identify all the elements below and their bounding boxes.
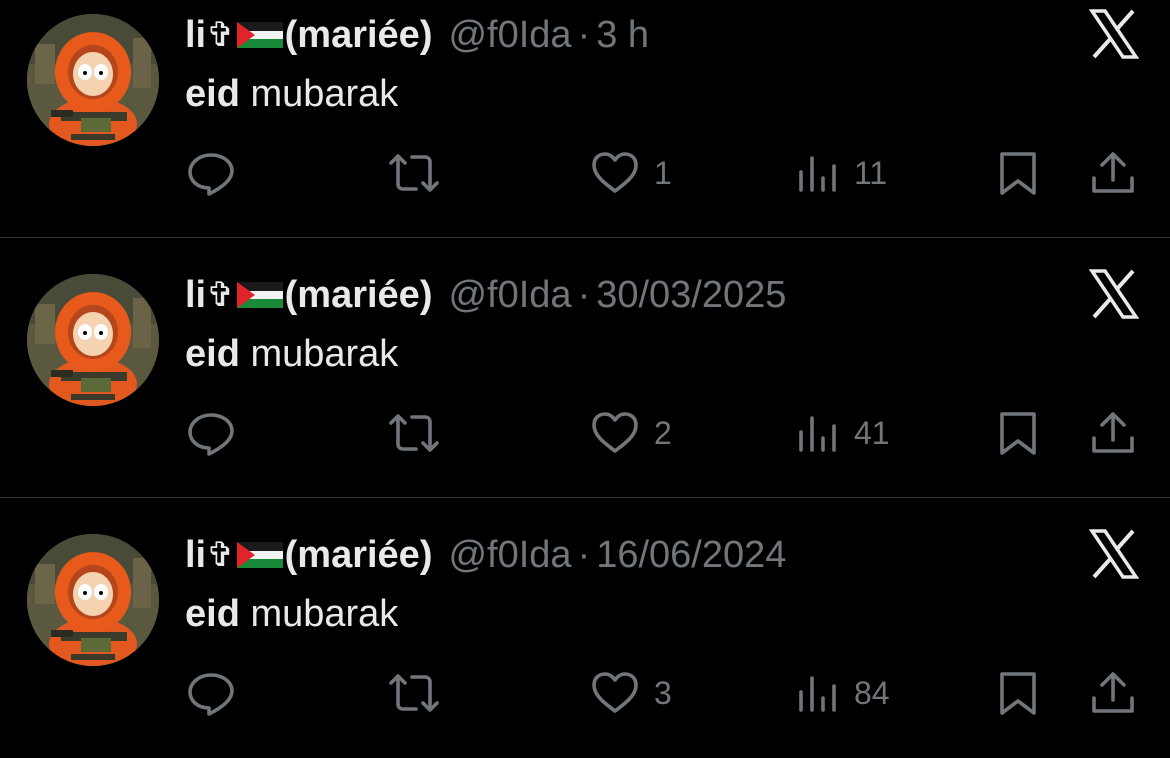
retweet-icon (389, 414, 439, 452)
tweet-text-rest: mubarak (239, 593, 399, 635)
display-name-suffix[interactable]: (mariée) (285, 270, 433, 320)
tweet-text: eid mubarak (185, 590, 398, 638)
bookmark-icon (1000, 412, 1036, 455)
tweet-actions: 2 41 (0, 408, 1170, 458)
views-button[interactable]: 11 (796, 148, 887, 198)
reply-button[interactable] (186, 408, 236, 458)
like-button[interactable]: 3 (590, 668, 672, 718)
palestine-flag-icon (236, 282, 283, 308)
retweet-icon (389, 154, 439, 192)
like-button[interactable]: 1 (590, 148, 672, 198)
reply-button[interactable] (186, 668, 236, 718)
retweet-button[interactable] (386, 408, 442, 458)
heart-icon (592, 152, 638, 193)
reply-icon (188, 153, 234, 196)
tweet-text-bold: eid (185, 333, 240, 375)
display-name-suffix[interactable]: (mariée) (285, 10, 433, 60)
tweet-feed: li ✞ (mariée) @f0Ida · 3 h eid mubarak 1… (0, 0, 1170, 731)
share-button[interactable] (1088, 408, 1138, 458)
display-name-suffix[interactable]: (mariée) (285, 530, 433, 580)
user-handle[interactable]: @f0Ida (448, 10, 571, 60)
retweet-icon (389, 674, 439, 712)
view-count: 41 (854, 414, 890, 451)
palestine-flag-icon (236, 22, 283, 48)
timestamp[interactable]: 3 h (596, 10, 649, 60)
tweet-text: eid mubarak (185, 70, 398, 118)
cross-symbol: ✞ (206, 536, 235, 574)
share-icon (1092, 412, 1134, 453)
bookmark-button[interactable] (996, 668, 1040, 718)
share-button[interactable] (1088, 148, 1138, 198)
like-count: 1 (654, 154, 672, 191)
heart-icon (592, 672, 638, 713)
tweet-text-rest: mubarak (239, 333, 399, 375)
views-chart-icon (799, 676, 836, 712)
cross-symbol: ✞ (206, 16, 235, 54)
kenny-avatar-icon (27, 14, 159, 146)
share-button[interactable] (1088, 668, 1138, 718)
view-count: 84 (854, 674, 890, 711)
separator-dot: · (577, 274, 591, 316)
display-name[interactable]: li (185, 530, 206, 580)
views-chart-icon (799, 156, 836, 192)
tweet-divider (0, 497, 1170, 498)
like-button[interactable]: 2 (590, 408, 672, 458)
tweet-actions: 1 11 (0, 148, 1170, 198)
reply-icon (188, 673, 234, 716)
cross-symbol: ✞ (206, 276, 235, 314)
bookmark-icon (1000, 672, 1036, 715)
timestamp[interactable]: 30/03/2025 (596, 270, 786, 320)
reply-icon (188, 413, 234, 456)
tweet-2[interactable]: li ✞ (mariée) @f0Ida · 30/03/2025 eid mu… (0, 260, 1170, 498)
avatar[interactable] (27, 534, 159, 666)
display-name[interactable]: li (185, 270, 206, 320)
kenny-avatar-icon (27, 274, 159, 406)
user-handle[interactable]: @f0Ida (448, 270, 571, 320)
bookmark-button[interactable] (996, 408, 1040, 458)
avatar[interactable] (27, 274, 159, 406)
retweet-button[interactable] (386, 668, 442, 718)
bookmark-icon (1000, 152, 1036, 195)
like-count: 2 (654, 414, 672, 451)
x-logo-icon (1088, 268, 1140, 320)
share-icon (1092, 152, 1134, 193)
reply-button[interactable] (186, 148, 236, 198)
tweet-text: eid mubarak (185, 330, 398, 378)
tweet-header: li ✞ (mariée) @f0Ida · 3 h (185, 10, 649, 60)
tweet-1[interactable]: li ✞ (mariée) @f0Ida · 3 h eid mubarak 1… (0, 0, 1170, 238)
tweet-text-bold: eid (185, 593, 240, 635)
tweet-text-bold: eid (185, 73, 240, 115)
timestamp[interactable]: 16/06/2024 (596, 530, 786, 580)
views-button[interactable]: 84 (796, 668, 890, 718)
separator-dot: · (577, 14, 591, 56)
bookmark-button[interactable] (996, 148, 1040, 198)
tweet-header: li ✞ (mariée) @f0Ida · 30/03/2025 (185, 270, 786, 320)
views-button[interactable]: 41 (796, 408, 890, 458)
x-logo-icon (1088, 528, 1140, 580)
like-count: 3 (654, 674, 672, 711)
share-icon (1092, 672, 1134, 713)
heart-icon (592, 412, 638, 453)
display-name[interactable]: li (185, 10, 206, 60)
view-count: 11 (854, 154, 888, 191)
palestine-flag-icon (236, 542, 283, 568)
tweet-header: li ✞ (mariée) @f0Ida · 16/06/2024 (185, 530, 786, 580)
tweet-divider (0, 237, 1170, 238)
views-chart-icon (799, 416, 836, 452)
user-handle[interactable]: @f0Ida (448, 530, 571, 580)
avatar[interactable] (27, 14, 159, 146)
tweet-actions: 3 84 (0, 668, 1170, 718)
kenny-avatar-icon (27, 534, 159, 666)
tweet-3[interactable]: li ✞ (mariée) @f0Ida · 16/06/2024 eid mu… (0, 520, 1170, 758)
separator-dot: · (577, 534, 591, 576)
tweet-text-rest: mubarak (239, 73, 399, 115)
retweet-button[interactable] (386, 148, 442, 198)
x-logo-icon (1088, 8, 1140, 60)
